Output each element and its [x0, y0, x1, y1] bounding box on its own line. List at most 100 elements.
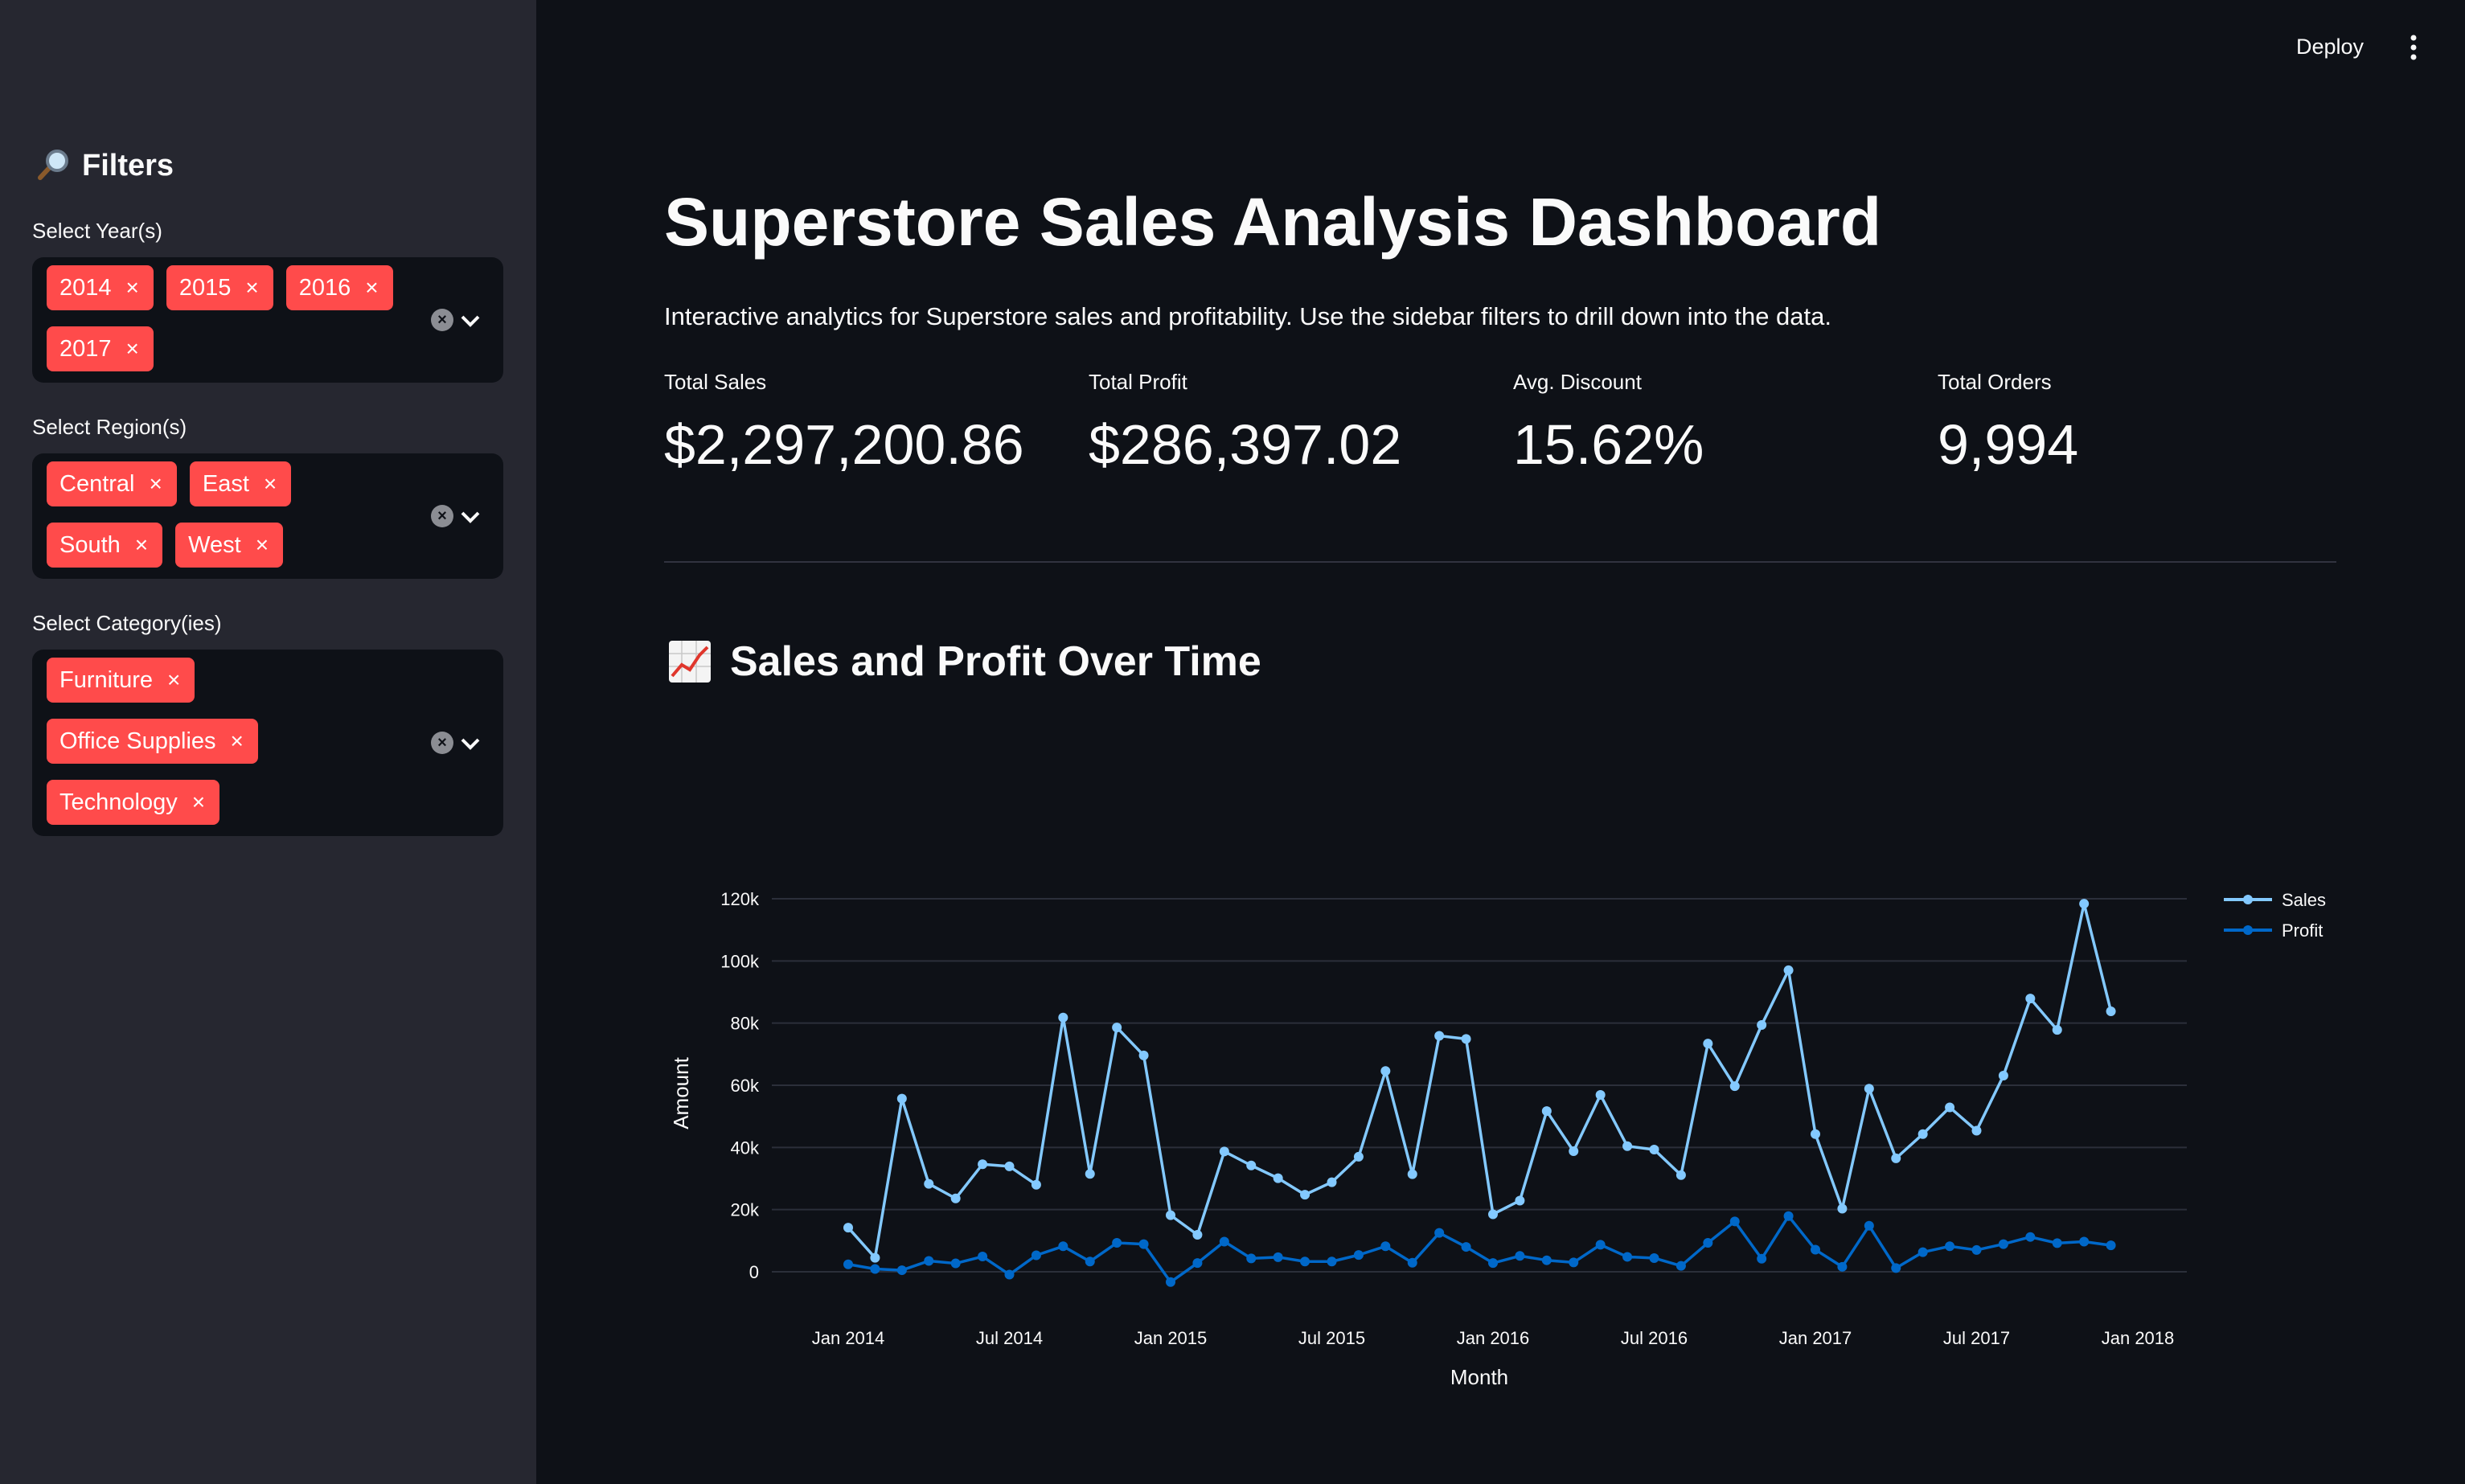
data-point[interactable] — [2079, 1236, 2090, 1247]
legend-item-profit[interactable]: Profit — [2224, 920, 2323, 941]
data-point[interactable] — [1917, 1247, 1928, 1257]
data-point[interactable] — [1031, 1250, 1041, 1261]
data-point[interactable] — [1461, 1034, 1471, 1044]
data-point[interactable] — [1917, 1129, 1928, 1139]
data-point[interactable] — [870, 1264, 880, 1274]
data-point[interactable] — [2025, 1232, 2036, 1242]
data-point[interactable] — [1327, 1256, 1337, 1267]
data-point[interactable] — [1675, 1261, 1686, 1271]
data-point[interactable] — [1246, 1253, 1257, 1264]
data-point[interactable] — [1085, 1169, 1095, 1179]
data-point[interactable] — [1971, 1125, 1982, 1136]
data-point[interactable] — [1783, 965, 1794, 975]
data-point[interactable] — [2079, 899, 2090, 909]
data-point[interactable] — [1945, 1241, 1955, 1252]
data-point[interactable] — [1273, 1252, 1283, 1262]
data-point[interactable] — [1004, 1269, 1015, 1280]
legend-label: Sales — [2282, 890, 2326, 910]
data-point[interactable] — [1138, 1239, 1149, 1249]
data-point[interactable] — [1273, 1173, 1283, 1183]
data-point[interactable] — [1622, 1252, 1633, 1262]
data-point[interactable] — [1569, 1146, 1579, 1156]
data-point[interactable] — [1327, 1177, 1337, 1187]
data-point[interactable] — [843, 1223, 853, 1233]
data-point[interactable] — [896, 1093, 907, 1104]
data-point[interactable] — [1380, 1241, 1391, 1252]
data-point[interactable] — [1515, 1251, 1525, 1261]
data-point[interactable] — [843, 1259, 853, 1269]
data-point[interactable] — [1569, 1257, 1579, 1268]
data-point[interactable] — [1058, 1012, 1068, 1023]
data-point[interactable] — [1300, 1190, 1310, 1200]
data-point[interactable] — [1353, 1250, 1364, 1261]
data-point[interactable] — [2052, 1238, 2062, 1248]
data-point[interactable] — [1112, 1238, 1122, 1248]
data-point[interactable] — [896, 1265, 907, 1276]
data-point[interactable] — [1353, 1151, 1364, 1162]
chart-grid — [772, 898, 2187, 1273]
data-point[interactable] — [1004, 1161, 1015, 1171]
data-point[interactable] — [1166, 1277, 1175, 1287]
data-point[interactable] — [1891, 1153, 1901, 1163]
data-point[interactable] — [1219, 1236, 1229, 1247]
data-point[interactable] — [978, 1252, 988, 1262]
data-point[interactable] — [1811, 1244, 1820, 1255]
data-point[interactable] — [2106, 1006, 2116, 1016]
data-point[interactable] — [1703, 1238, 1713, 1248]
data-point[interactable] — [870, 1252, 880, 1263]
data-point[interactable] — [1541, 1106, 1552, 1117]
data-point[interactable] — [1864, 1084, 1874, 1094]
data-point[interactable] — [1649, 1252, 1659, 1263]
data-point[interactable] — [1729, 1216, 1740, 1227]
data-point[interactable] — [1219, 1146, 1229, 1157]
data-point[interactable] — [1541, 1255, 1552, 1265]
data-point[interactable] — [924, 1179, 934, 1189]
data-point[interactable] — [1811, 1129, 1820, 1139]
data-point[interactable] — [1166, 1210, 1175, 1220]
data-point[interactable] — [1434, 1228, 1445, 1238]
data-point[interactable] — [1085, 1256, 1095, 1267]
data-point[interactable] — [1300, 1256, 1310, 1267]
data-point[interactable] — [1380, 1066, 1391, 1076]
data-point[interactable] — [1837, 1203, 1848, 1214]
data-point[interactable] — [950, 1193, 961, 1203]
data-point[interactable] — [924, 1256, 934, 1266]
data-point[interactable] — [1192, 1258, 1203, 1269]
data-point[interactable] — [1837, 1261, 1848, 1272]
legend-item-sales[interactable]: Sales — [2224, 890, 2326, 910]
data-point[interactable] — [1998, 1239, 2008, 1249]
data-point[interactable] — [1891, 1263, 1901, 1273]
data-point[interactable] — [1488, 1209, 1498, 1220]
data-point[interactable] — [1595, 1240, 1606, 1250]
data-point[interactable] — [1783, 1211, 1794, 1221]
data-point[interactable] — [1703, 1039, 1713, 1049]
data-point[interactable] — [1488, 1258, 1498, 1269]
data-point[interactable] — [1998, 1071, 2008, 1081]
data-point[interactable] — [1112, 1023, 1122, 1033]
data-point[interactable] — [1622, 1141, 1633, 1151]
data-point[interactable] — [1945, 1102, 1955, 1113]
data-point[interactable] — [1246, 1160, 1257, 1170]
data-point[interactable] — [2052, 1025, 2062, 1035]
data-point[interactable] — [1434, 1031, 1445, 1041]
data-point[interactable] — [1461, 1242, 1471, 1252]
data-point[interactable] — [1515, 1195, 1525, 1206]
data-point[interactable] — [2025, 994, 2036, 1004]
data-point[interactable] — [1649, 1145, 1659, 1155]
data-point[interactable] — [1729, 1081, 1740, 1092]
data-point[interactable] — [1595, 1089, 1606, 1100]
data-point[interactable] — [1407, 1257, 1417, 1268]
data-point[interactable] — [950, 1258, 961, 1269]
data-point[interactable] — [1757, 1253, 1767, 1264]
data-point[interactable] — [1675, 1170, 1686, 1180]
data-point[interactable] — [1138, 1050, 1149, 1060]
data-point[interactable] — [1058, 1241, 1068, 1252]
data-point[interactable] — [1031, 1179, 1041, 1190]
data-point[interactable] — [1757, 1019, 1767, 1030]
data-point[interactable] — [1971, 1244, 1982, 1255]
data-point[interactable] — [1407, 1169, 1417, 1179]
data-point[interactable] — [1864, 1220, 1874, 1231]
data-point[interactable] — [2106, 1240, 2116, 1251]
data-point[interactable] — [978, 1159, 988, 1170]
data-point[interactable] — [1192, 1229, 1203, 1240]
